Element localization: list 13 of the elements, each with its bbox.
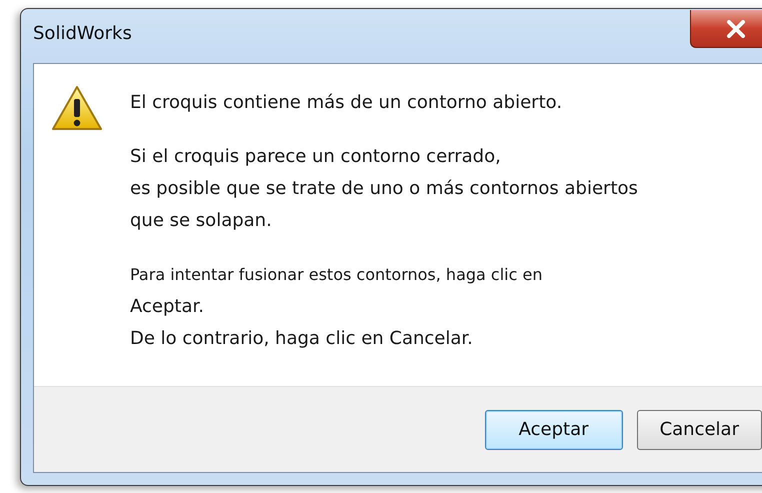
window-title: SolidWorks	[33, 23, 132, 44]
message-text: De lo contrario, haga clic en Cancelar.	[130, 327, 474, 351]
message-text: es posible que se trate de uno o más contornos abiertos	[130, 177, 638, 201]
message-text: Aceptar.	[130, 295, 205, 319]
close-button[interactable]	[690, 10, 762, 48]
warning-icon	[51, 84, 103, 132]
dialog-button[interactable]: Cancelar	[636, 410, 762, 450]
message-text: Para intentar fusionar estos contornos, haga clic en	[130, 264, 544, 286]
dialog-button[interactable]: Aceptar	[484, 410, 623, 450]
close-icon	[724, 20, 746, 38]
message-text: Si el croquis parece un contorno cerrado,	[130, 145, 502, 169]
message-text: El croquis contiene más de un contorno abierto.	[130, 91, 564, 115]
message-text: que se solapan.	[130, 209, 273, 233]
